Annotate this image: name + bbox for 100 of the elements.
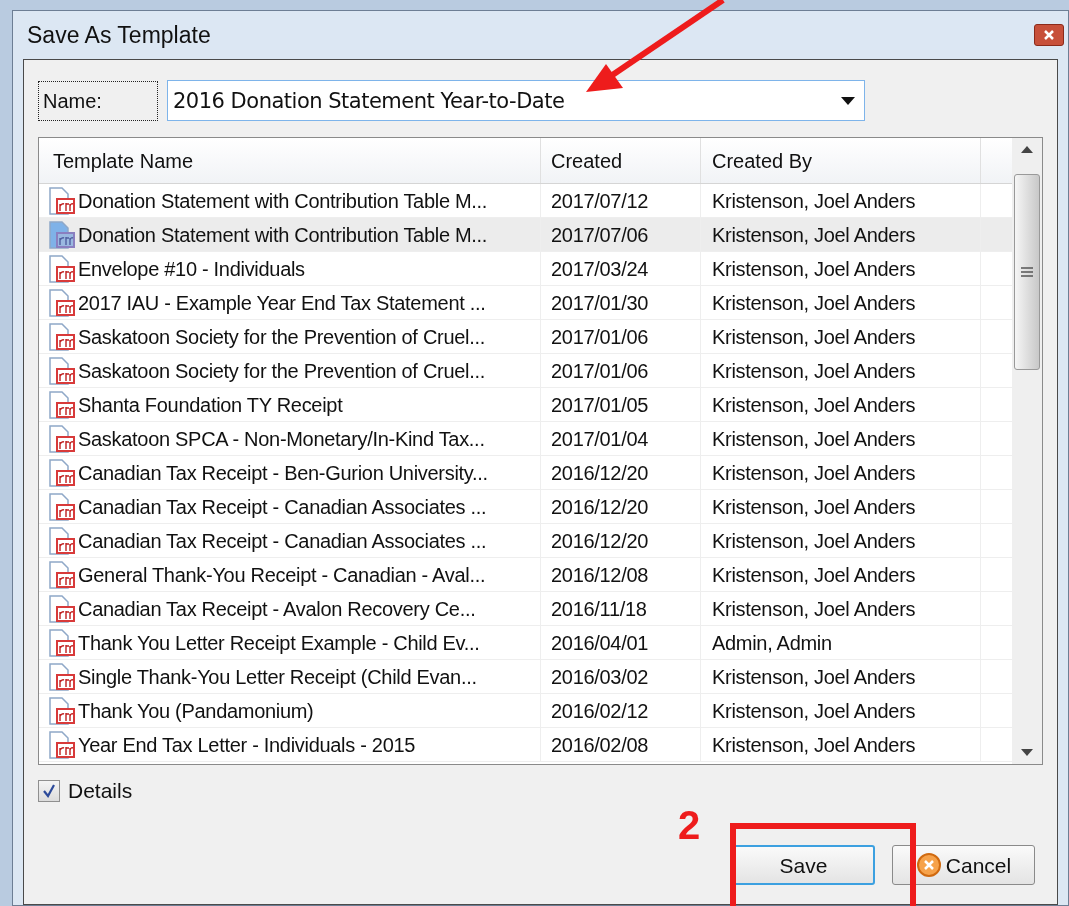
created-by: Kristenson, Joel Anders xyxy=(712,596,916,622)
table-row[interactable]: General Thank-You Receipt - Canadian - Aval... 2016/12/08 Kristenson, Joel Anders xyxy=(39,558,1012,592)
created-by: Kristenson, Joel Anders xyxy=(712,732,916,758)
document-icon xyxy=(47,458,77,487)
created-by: Kristenson, Joel Anders xyxy=(712,290,916,316)
column-header[interactable]: Created By xyxy=(701,138,981,183)
created-by: Kristenson, Joel Anders xyxy=(712,664,916,690)
name-combo-field[interactable]: 2016 Donation Statement Year-to-Date xyxy=(167,80,865,121)
template-name: Saskatoon Society for the Prevention of Cruel... xyxy=(78,324,485,350)
created-by: Kristenson, Joel Anders xyxy=(712,188,916,214)
template-name: Thank You Letter Receipt Example - Child Ev... xyxy=(78,630,480,656)
created-by: Kristenson, Joel Anders xyxy=(712,494,916,520)
created-date: 2017/01/05 xyxy=(551,392,649,418)
created-date: 2016/02/12 xyxy=(551,698,649,724)
table-row[interactable]: Thank You (Pandamonium) 2016/02/12 Kristenson, Joel Anders xyxy=(39,694,1012,728)
document-icon xyxy=(47,594,77,623)
table-row[interactable]: Canadian Tax Receipt - Ben-Gurion University... 2016/12/20 Kristenson, Joel Anders xyxy=(39,456,1012,490)
close-button[interactable] xyxy=(1034,24,1064,46)
cancel-button[interactable]: Cancel xyxy=(892,845,1035,886)
close-icon xyxy=(1043,29,1055,41)
template-name: Donation Statement with Contribution Table M... xyxy=(78,188,488,214)
template-name: Canadian Tax Receipt - Ben-Gurion University... xyxy=(78,460,488,486)
template-name: Saskatoon SPCA - Non-Monetary/In-Kind Tax... xyxy=(78,426,485,452)
column-header[interactable]: Created xyxy=(541,138,701,183)
scroll-down-icon[interactable] xyxy=(1021,749,1033,756)
created-by: Kristenson, Joel Anders xyxy=(712,256,916,282)
created-date: 2016/04/01 xyxy=(551,630,649,656)
table-row[interactable]: Shanta Foundation TY Receipt 2017/01/05 Kristenson, Joel Anders xyxy=(39,388,1012,422)
document-icon xyxy=(47,186,77,215)
created-date: 2016/03/02 xyxy=(551,664,649,690)
details-label: Details xyxy=(68,778,133,804)
document-icon xyxy=(47,254,77,283)
created-date: 2016/12/20 xyxy=(551,528,649,554)
created-date: 2016/02/08 xyxy=(551,732,649,758)
details-checkbox[interactable] xyxy=(38,779,60,802)
table-row[interactable]: Canadian Tax Receipt - Canadian Associates ... 2016/12/20 Kristenson, Joel Anders xyxy=(39,524,1012,558)
document-icon xyxy=(47,526,77,555)
document-icon xyxy=(47,322,77,351)
template-name: 2017 IAU - Example Year End Tax Statement ... xyxy=(78,290,486,316)
template-name: Envelope #10 - Individuals xyxy=(78,256,305,282)
document-icon xyxy=(47,424,77,453)
created-date: 2017/01/30 xyxy=(551,290,649,316)
table-row[interactable]: Canadian Tax Receipt - Canadian Associates ... 2016/12/20 Kristenson, Joel Anders xyxy=(39,490,1012,524)
scroll-up-icon[interactable] xyxy=(1021,146,1033,153)
scroll-thumb[interactable] xyxy=(1014,174,1040,370)
column-header[interactable]: Template Name xyxy=(39,138,541,183)
table-row[interactable]: Saskatoon SPCA - Non-Monetary/In-Kind Tax... 2017/01/04 Kristenson, Joel Anders xyxy=(39,422,1012,456)
created-date: 2017/01/06 xyxy=(551,324,649,350)
template-name: Canadian Tax Receipt - Canadian Associates ... xyxy=(78,494,487,520)
created-by: Kristenson, Joel Anders xyxy=(712,698,916,724)
document-icon xyxy=(47,662,77,691)
document-icon xyxy=(47,288,77,317)
created-by: Kristenson, Joel Anders xyxy=(712,392,916,418)
table-row[interactable]: Saskatoon Society for the Prevention of Cruel... 2017/01/06 Kristenson, Joel Anders xyxy=(39,320,1012,354)
created-by: Kristenson, Joel Anders xyxy=(712,358,916,384)
created-by: Kristenson, Joel Anders xyxy=(712,426,916,452)
table-row[interactable]: Thank You Letter Receipt Example - Child Ev... 2016/04/01 Admin, Admin xyxy=(39,626,1012,660)
table-row[interactable]: Donation Statement with Contribution Table M... 2017/07/12 Kristenson, Joel Anders xyxy=(39,184,1012,218)
created-date: 2017/01/06 xyxy=(551,358,649,384)
document-icon xyxy=(47,356,77,385)
created-date: 2017/07/06 xyxy=(551,222,649,248)
created-date: 2017/01/04 xyxy=(551,426,649,452)
document-icon xyxy=(47,560,77,589)
window-title: Save As Template xyxy=(27,20,211,50)
created-date: 2016/12/08 xyxy=(551,562,649,588)
created-date: 2016/12/20 xyxy=(551,494,649,520)
created-by: Kristenson, Joel Anders xyxy=(712,460,916,486)
table-row[interactable]: Canadian Tax Receipt - Avalon Recovery Ce... 2016/11/18 Kristenson, Joel Anders xyxy=(39,592,1012,626)
created-date: 2016/11/18 xyxy=(551,596,647,622)
template-name: Single Thank-You Letter Receipt (Child Evan... xyxy=(78,664,477,690)
created-date: 2016/12/20 xyxy=(551,460,649,486)
table-row[interactable]: Envelope #10 - Individuals 2017/03/24 Kristenson, Joel Anders xyxy=(39,252,1012,286)
step-number: 2 xyxy=(678,802,701,849)
table-row[interactable]: Year End Tax Letter - Individuals - 2015 2016/02/08 Kristenson, Joel Anders xyxy=(39,728,1012,762)
table-row[interactable]: Donation Statement with Contribution Table M... 2017/07/06 Kristenson, Joel Anders xyxy=(39,218,1012,252)
document-icon xyxy=(47,390,77,419)
table-row[interactable]: 2017 IAU - Example Year End Tax Statement ... 2017/01/30 Kristenson, Joel Anders xyxy=(39,286,1012,320)
created-by: Admin, Admin xyxy=(712,630,832,656)
template-name: Shanta Foundation TY Receipt xyxy=(78,392,343,418)
template-name: Donation Statement with Contribution Table M... xyxy=(78,222,488,248)
table-row[interactable]: Single Thank-You Letter Receipt (Child Evan... 2016/03/02 Kristenson, Joel Anders xyxy=(39,660,1012,694)
document-icon xyxy=(47,220,77,249)
document-icon xyxy=(47,730,77,759)
grip-icon xyxy=(1021,267,1033,277)
created-by: Kristenson, Joel Anders xyxy=(712,222,916,248)
created-date: 2017/03/24 xyxy=(551,256,649,282)
check-icon xyxy=(42,783,56,798)
created-by: Kristenson, Joel Anders xyxy=(712,324,916,350)
created-by: Kristenson, Joel Anders xyxy=(712,528,916,554)
created-by: Kristenson, Joel Anders xyxy=(712,562,916,588)
cancel-icon xyxy=(915,852,942,879)
vertical-scrollbar[interactable] xyxy=(1012,138,1042,764)
template-name: Canadian Tax Receipt - Canadian Associates ... xyxy=(78,528,487,554)
document-icon xyxy=(47,492,77,521)
dropdown-icon[interactable] xyxy=(841,97,855,105)
template-name: Canadian Tax Receipt - Avalon Recovery Ce... xyxy=(78,596,476,622)
template-name: Year End Tax Letter - Individuals - 2015 xyxy=(78,732,416,758)
template-name: General Thank-You Receipt - Canadian - Aval... xyxy=(78,562,486,588)
template-name: Thank You (Pandamonium) xyxy=(78,698,314,724)
table-row[interactable]: Saskatoon Society for the Prevention of Cruel... 2017/01/06 Kristenson, Joel Anders xyxy=(39,354,1012,388)
